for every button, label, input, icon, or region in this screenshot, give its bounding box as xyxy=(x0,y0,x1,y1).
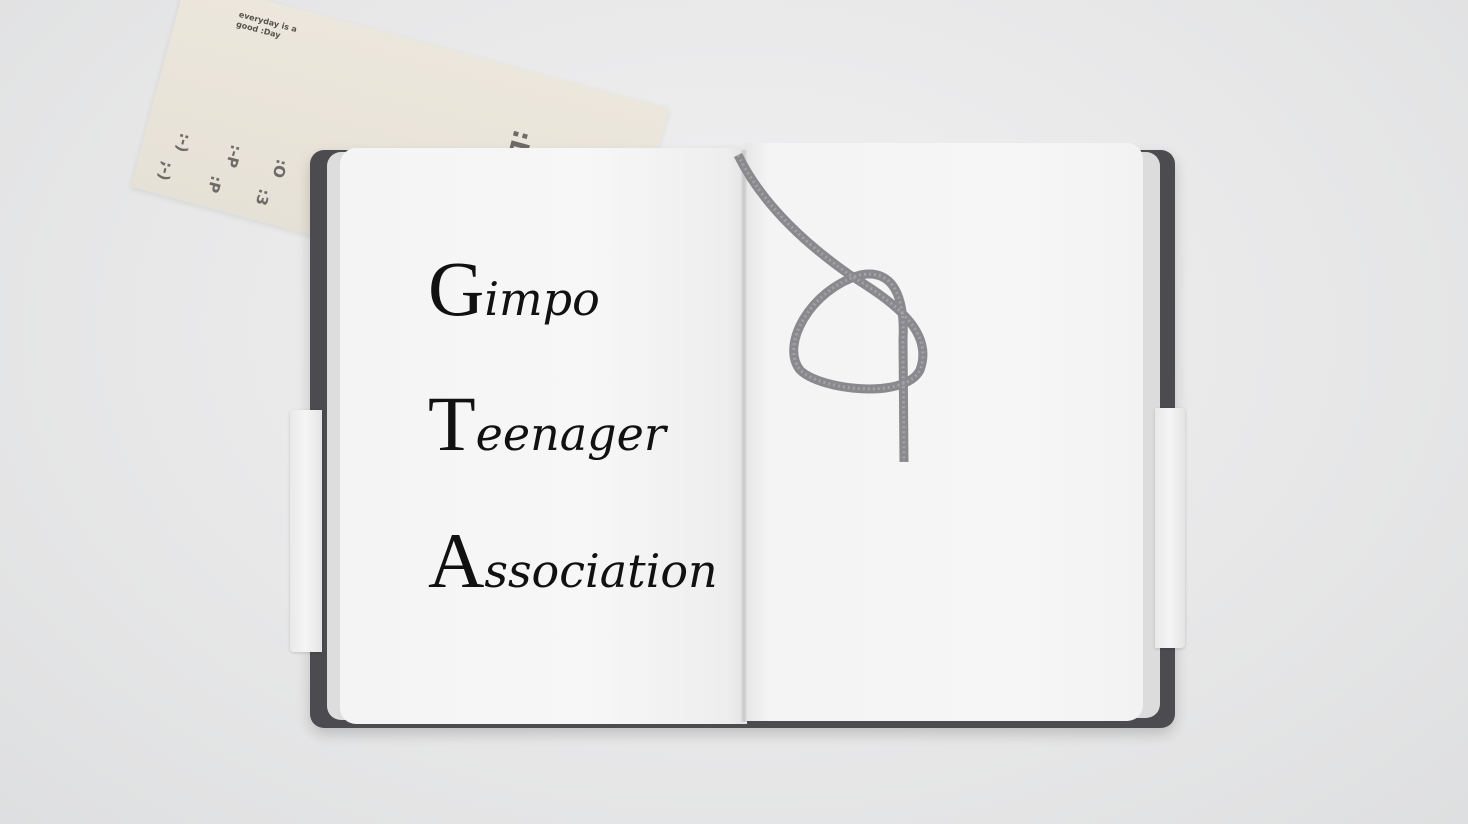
notebook-gutter xyxy=(741,150,747,722)
elastic-band-right xyxy=(1155,408,1185,648)
photo-scene: everyday is a good :Day :D :-) :-P :O ;-… xyxy=(0,0,1468,824)
postcard-emoticon: ;-) xyxy=(154,159,177,183)
postcard-tagline: everyday is a good :Day xyxy=(235,10,317,50)
postcard-emoticon: :3 xyxy=(251,186,274,208)
title-word-rest: ssociation xyxy=(484,544,718,598)
title-initial: T xyxy=(428,380,476,467)
elastic-band-left xyxy=(290,410,322,652)
notebook-right-page xyxy=(745,143,1143,721)
title-line-teenager: Teenager xyxy=(428,385,666,463)
title-line-gimpo: Gimpo xyxy=(428,250,600,328)
postcard-emoticon: :-P xyxy=(221,142,246,170)
postcard-emoticon: :O xyxy=(268,157,291,180)
title-word-rest: eenager xyxy=(475,407,666,461)
postcard-emoticon: :-) xyxy=(172,131,195,155)
title-initial: G xyxy=(428,245,485,332)
title-word-rest: impo xyxy=(484,272,600,326)
postcard-emoticon: :P xyxy=(203,173,226,195)
title-line-association: Association xyxy=(428,522,718,600)
title-initial: A xyxy=(428,517,485,604)
